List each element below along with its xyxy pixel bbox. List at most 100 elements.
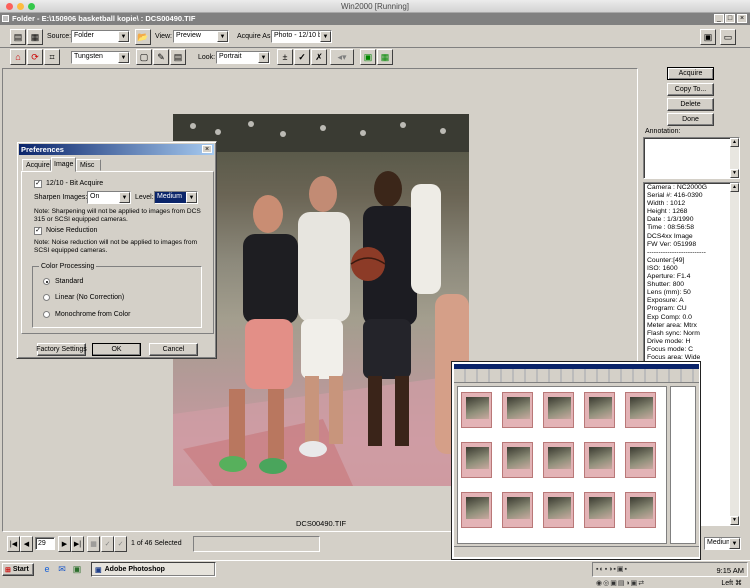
annotation-scrollbar[interactable]: ▲ ▼	[730, 138, 739, 178]
linear-label: Linear (No Correction)	[55, 294, 125, 301]
app-title: Folder - E:\150906 basketball kopie\ : D…	[12, 14, 196, 23]
done-button[interactable]: Done	[667, 113, 714, 126]
inset-screenshot[interactable]	[451, 361, 701, 560]
copy-to-button[interactable]: Copy To...	[667, 83, 714, 96]
dialog-titlebar: Preferences ×	[19, 144, 214, 155]
thumbnail[interactable]	[502, 442, 533, 478]
chevron-down-icon: ▼	[320, 31, 331, 42]
color-processing-label: Color Processing	[39, 263, 97, 270]
status-field	[193, 536, 320, 552]
frame-multi-icon[interactable]: ▦	[377, 49, 393, 65]
maximize-button[interactable]: □	[725, 14, 735, 23]
check-all-icon[interactable]: ✓	[101, 536, 114, 552]
bit-acquire-checkbox[interactable]: ✓	[34, 180, 42, 188]
close-button[interactable]: ×	[737, 14, 747, 23]
factory-settings-button[interactable]: Factory Settings	[36, 343, 87, 356]
uncheck-all-icon[interactable]: ✓	[114, 536, 127, 552]
info-scrollbar[interactable]: ▲ ▼	[730, 183, 739, 525]
color-processing-group: Color Processing Standard Linear (No Cor…	[32, 263, 202, 328]
standard-radio[interactable]	[43, 278, 50, 285]
next-page-icon[interactable]: ▶	[58, 536, 71, 552]
acquire-as-select[interactable]: Photo - 12/10 bit ▼	[271, 30, 332, 43]
thumbnail[interactable]	[543, 492, 574, 528]
source-select[interactable]: Folder ▼	[71, 30, 130, 43]
folder-view-icon[interactable]: ▤	[10, 29, 26, 45]
uncheck-icon[interactable]: ✗	[311, 49, 327, 65]
quicklaunch-desktop-icon[interactable]: ▣	[70, 562, 84, 576]
toolbar-row-2: ⌂ ⟳ ⌗ Tungsten ▼ ▢ ✎ ▤ Look: Portrait ▼ ± …	[0, 48, 750, 67]
thumbnail[interactable]	[625, 442, 656, 478]
cancel-button[interactable]: Cancel	[149, 343, 198, 356]
annotation-field[interactable]: ▲ ▼	[643, 137, 740, 179]
thumbnail[interactable]	[461, 392, 492, 428]
acquire-button[interactable]: Acquire	[667, 67, 714, 80]
level-select[interactable]: Medium ▼	[154, 191, 198, 204]
app-titlebar: Folder - E:\150906 basketball kopie\ : D…	[0, 13, 750, 25]
grid-view-icon[interactable]: ▦	[27, 29, 43, 45]
open-folder-icon[interactable]: 📂	[135, 29, 151, 45]
look-select[interactable]: Portrait ▼	[216, 51, 270, 64]
thumbnail[interactable]	[584, 442, 615, 478]
thumbnail[interactable]	[461, 492, 492, 528]
info-line: DCS4xx Image	[647, 232, 693, 240]
first-page-icon[interactable]: |◀	[7, 536, 20, 552]
clock: 9:15 AM	[716, 566, 744, 575]
info-line: Program: CU	[647, 305, 687, 313]
tray-icons[interactable]: ▪◐▪◑▪▣▪	[596, 565, 628, 573]
info-line: Width : 1012	[647, 200, 686, 208]
adjust-icon[interactable]: ±	[277, 49, 293, 65]
taskbar-photoshop[interactable]: ▣ Adobe Photoshop	[91, 562, 216, 577]
page-number-field[interactable]: 29	[35, 537, 55, 550]
monochrome-label: Monochrome from Color	[55, 311, 131, 318]
info-line: Serial #: 416-0390	[647, 192, 703, 200]
last-page-icon[interactable]: ▶|	[71, 536, 84, 552]
dialog-close-button[interactable]: ×	[202, 145, 212, 153]
chevron-down-icon: ▼	[186, 192, 197, 203]
chevron-down-icon: ▼	[119, 192, 130, 203]
thumbnail[interactable]	[543, 392, 574, 428]
thumbnail[interactable]	[543, 442, 574, 478]
quicklaunch-outlook-icon[interactable]: ✉	[55, 562, 69, 576]
noise-reduction-checkbox[interactable]: ✓	[34, 227, 42, 235]
quicklaunch-ie-icon[interactable]: e	[40, 562, 54, 576]
tab-acquire[interactable]: Acquire	[22, 159, 51, 171]
info-line: ISO: 1600	[647, 264, 678, 272]
host-title: Win2000 [Running]	[340, 2, 410, 11]
ok-button[interactable]: OK	[92, 343, 141, 356]
pencil-icon[interactable]: ✎	[153, 49, 169, 65]
thumbnail[interactable]	[461, 442, 492, 478]
thumbnail[interactable]	[625, 392, 656, 428]
white-balance-select[interactable]: Tungsten ▼	[71, 51, 130, 64]
window-icon[interactable]: ▭	[720, 29, 736, 45]
grid-select-icon[interactable]: ▦	[87, 536, 100, 552]
thumbnail[interactable]	[502, 392, 533, 428]
properties-icon[interactable]: ▣	[700, 29, 716, 45]
frame-icon[interactable]: ▢	[136, 49, 152, 65]
preview-image[interactable]	[173, 114, 469, 486]
rotate-icon[interactable]: ⟳	[27, 49, 43, 65]
start-button[interactable]: ⊞ Start	[2, 563, 34, 576]
thumbnail[interactable]	[625, 492, 656, 528]
monochrome-radio[interactable]	[43, 311, 50, 318]
thumbnail[interactable]	[584, 392, 615, 428]
save-icon[interactable]: ▤	[170, 49, 186, 65]
tab-misc[interactable]: Misc	[76, 159, 101, 171]
speaker-icon[interactable]: ◂▾	[330, 49, 354, 65]
crop-icon[interactable]: ⌗	[44, 49, 60, 65]
acquire-as-label: Acquire As:	[237, 33, 273, 40]
tab-image[interactable]: Image	[51, 157, 76, 172]
check-icon[interactable]: ✓	[294, 49, 310, 65]
minimize-button[interactable]: _	[714, 14, 724, 23]
linear-radio[interactable]	[43, 294, 50, 301]
frame-select-icon[interactable]: ▣	[360, 49, 376, 65]
tab-panel: ✓ 12/10 - Bit Acquire Sharpen Images: On…	[21, 171, 214, 334]
delete-button[interactable]: Delete	[667, 98, 714, 111]
thumbnail[interactable]	[584, 492, 615, 528]
prev-page-icon[interactable]: ◀	[20, 536, 33, 552]
quality-select[interactable]: Medium ▼	[704, 537, 741, 550]
thumbnail[interactable]	[502, 492, 533, 528]
view-select[interactable]: Preview ▼	[173, 30, 229, 43]
sharpen-select[interactable]: On ▼	[87, 191, 131, 204]
color-home-icon[interactable]: ⌂	[10, 49, 26, 65]
chevron-down-icon: ▼	[217, 31, 228, 42]
